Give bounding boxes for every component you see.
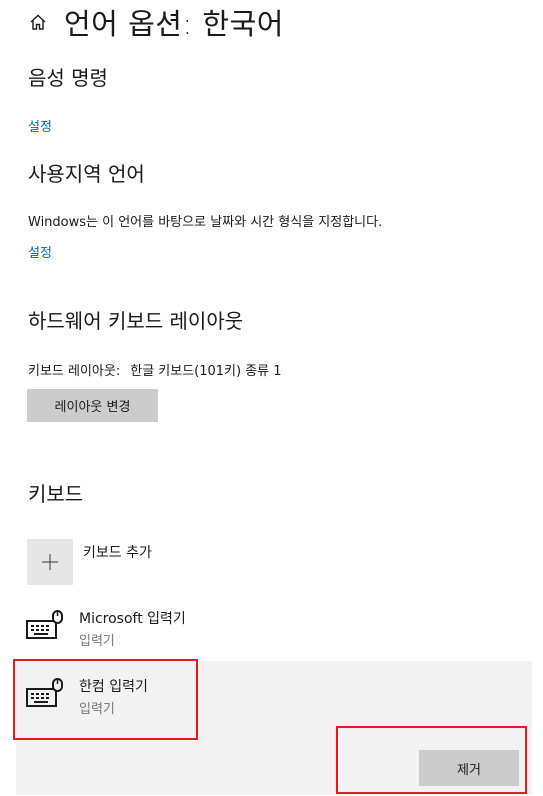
- add-keyboard-button[interactable]: 키보드 추가: [27, 539, 152, 585]
- keyboards-heading: 키보드: [28, 482, 84, 506]
- keyboard-item-type: 입력기: [79, 634, 115, 649]
- hardware-keyboard-heading: 하드웨어 키보드 레이아웃: [28, 309, 244, 333]
- plus-icon: [42, 554, 58, 570]
- voice-settings-link[interactable]: 설정: [28, 116, 52, 135]
- highlight-box-remove-button: [336, 726, 527, 794]
- highlight-box-selected-keyboard: [13, 659, 198, 740]
- add-keyboard-label: 키보드 추가: [83, 545, 152, 561]
- keyboard-layout-row: 키보드 레이아웃: 한글 키보드(101키) 종류 1: [28, 360, 282, 379]
- keyboard-layout-label: 키보드 레이아웃:: [28, 364, 121, 379]
- page-title: 언어 옵션: 한국어: [64, 7, 284, 41]
- regional-description: Windows는 이 언어를 바탕으로 날짜와 시간 형식을 지정합니다.: [28, 215, 383, 230]
- keyboard-layout-value: 한글 키보드(101키) 종류 1: [130, 364, 282, 379]
- page-header: 언어 옵션: 한국어: [28, 2, 284, 42]
- add-tile: [27, 539, 73, 585]
- regional-settings-link[interactable]: 설정: [28, 242, 52, 261]
- keyboard-list-item-microsoft[interactable]: Microsoft 입력기 입력기: [26, 606, 516, 652]
- regional-language-heading: 사용지역 언어: [28, 162, 145, 186]
- change-layout-button[interactable]: 레이아웃 변경: [27, 389, 158, 422]
- keyboard-icon: [26, 610, 63, 639]
- voice-commands-heading: 음성 명령: [28, 66, 108, 90]
- keyboard-item-name: Microsoft 입력기: [79, 611, 186, 627]
- home-icon[interactable]: [28, 12, 48, 32]
